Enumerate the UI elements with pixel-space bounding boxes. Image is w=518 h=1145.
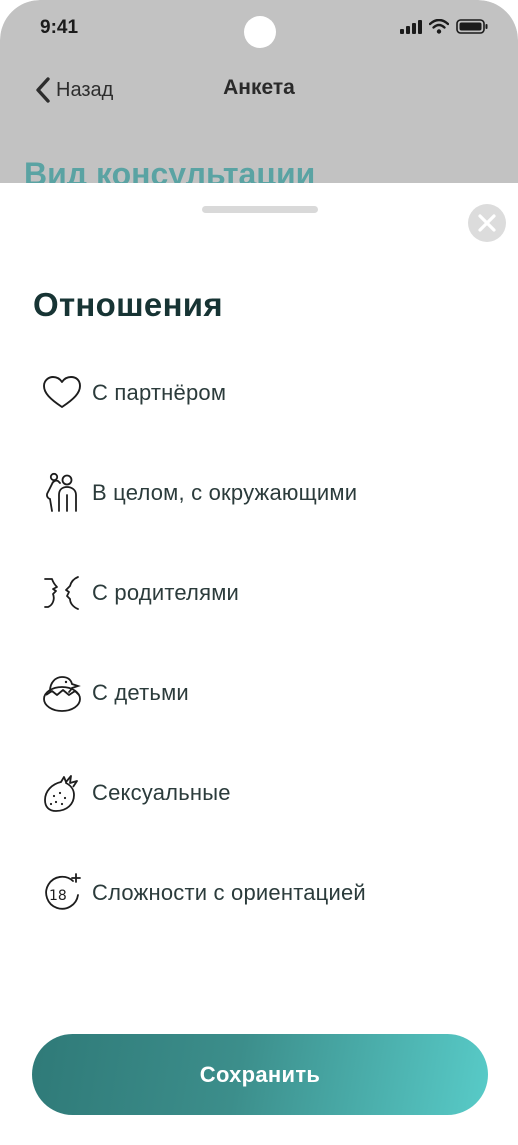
option-others[interactable]: В целом, с окружающими <box>40 463 480 523</box>
option-partner[interactable]: С партнёром <box>40 363 480 423</box>
people-icon <box>46 472 77 512</box>
sheet-title: Отношения <box>33 286 223 323</box>
option-parents[interactable]: С родителями <box>40 563 480 623</box>
option-label: Сексуальные <box>92 780 231 805</box>
option-label: Сложности с ориентацией <box>92 880 366 905</box>
status-time: 9:41 <box>40 17 79 38</box>
page-title: Анкета <box>223 76 295 99</box>
status-icons <box>400 19 488 34</box>
camera-cutout <box>244 16 276 48</box>
close-icon <box>478 214 496 232</box>
option-label: С детьми <box>92 680 189 705</box>
option-label: В целом, с окружающими <box>92 480 358 505</box>
option-children[interactable]: С детьми <box>40 663 480 723</box>
faces-icon <box>44 576 79 610</box>
svg-text:18: 18 <box>49 888 67 904</box>
sheet-grabber[interactable] <box>202 206 318 213</box>
heart-icon <box>43 376 81 408</box>
bottom-sheet: Отношения С партнёром В целом, с окружаю… <box>0 183 518 1145</box>
chick-icon <box>43 676 81 712</box>
age-18-plus-icon: 18 <box>45 873 81 910</box>
option-label: С партнёром <box>92 380 227 405</box>
close-button[interactable] <box>468 204 506 242</box>
signal-icon <box>400 19 422 34</box>
option-orientation[interactable]: 18 Сложности с ориентацией <box>40 863 480 923</box>
phone-screen: 9:41 Назад Анкета Вид консультации Отнош… <box>0 0 518 1145</box>
save-button[interactable]: Сохранить <box>32 1034 488 1115</box>
status-bar: 9:41 <box>0 0 518 60</box>
dimmed-background-screen: 9:41 Назад Анкета Вид консультации <box>0 0 518 192</box>
battery-icon <box>456 19 488 34</box>
wifi-icon <box>429 19 449 34</box>
strawberry-icon <box>44 775 78 812</box>
option-sexual[interactable]: Сексуальные <box>40 763 480 823</box>
navbar: Назад Анкета <box>0 68 518 112</box>
option-label: С родителями <box>92 580 240 605</box>
save-label: Сохранить <box>199 1061 321 1087</box>
